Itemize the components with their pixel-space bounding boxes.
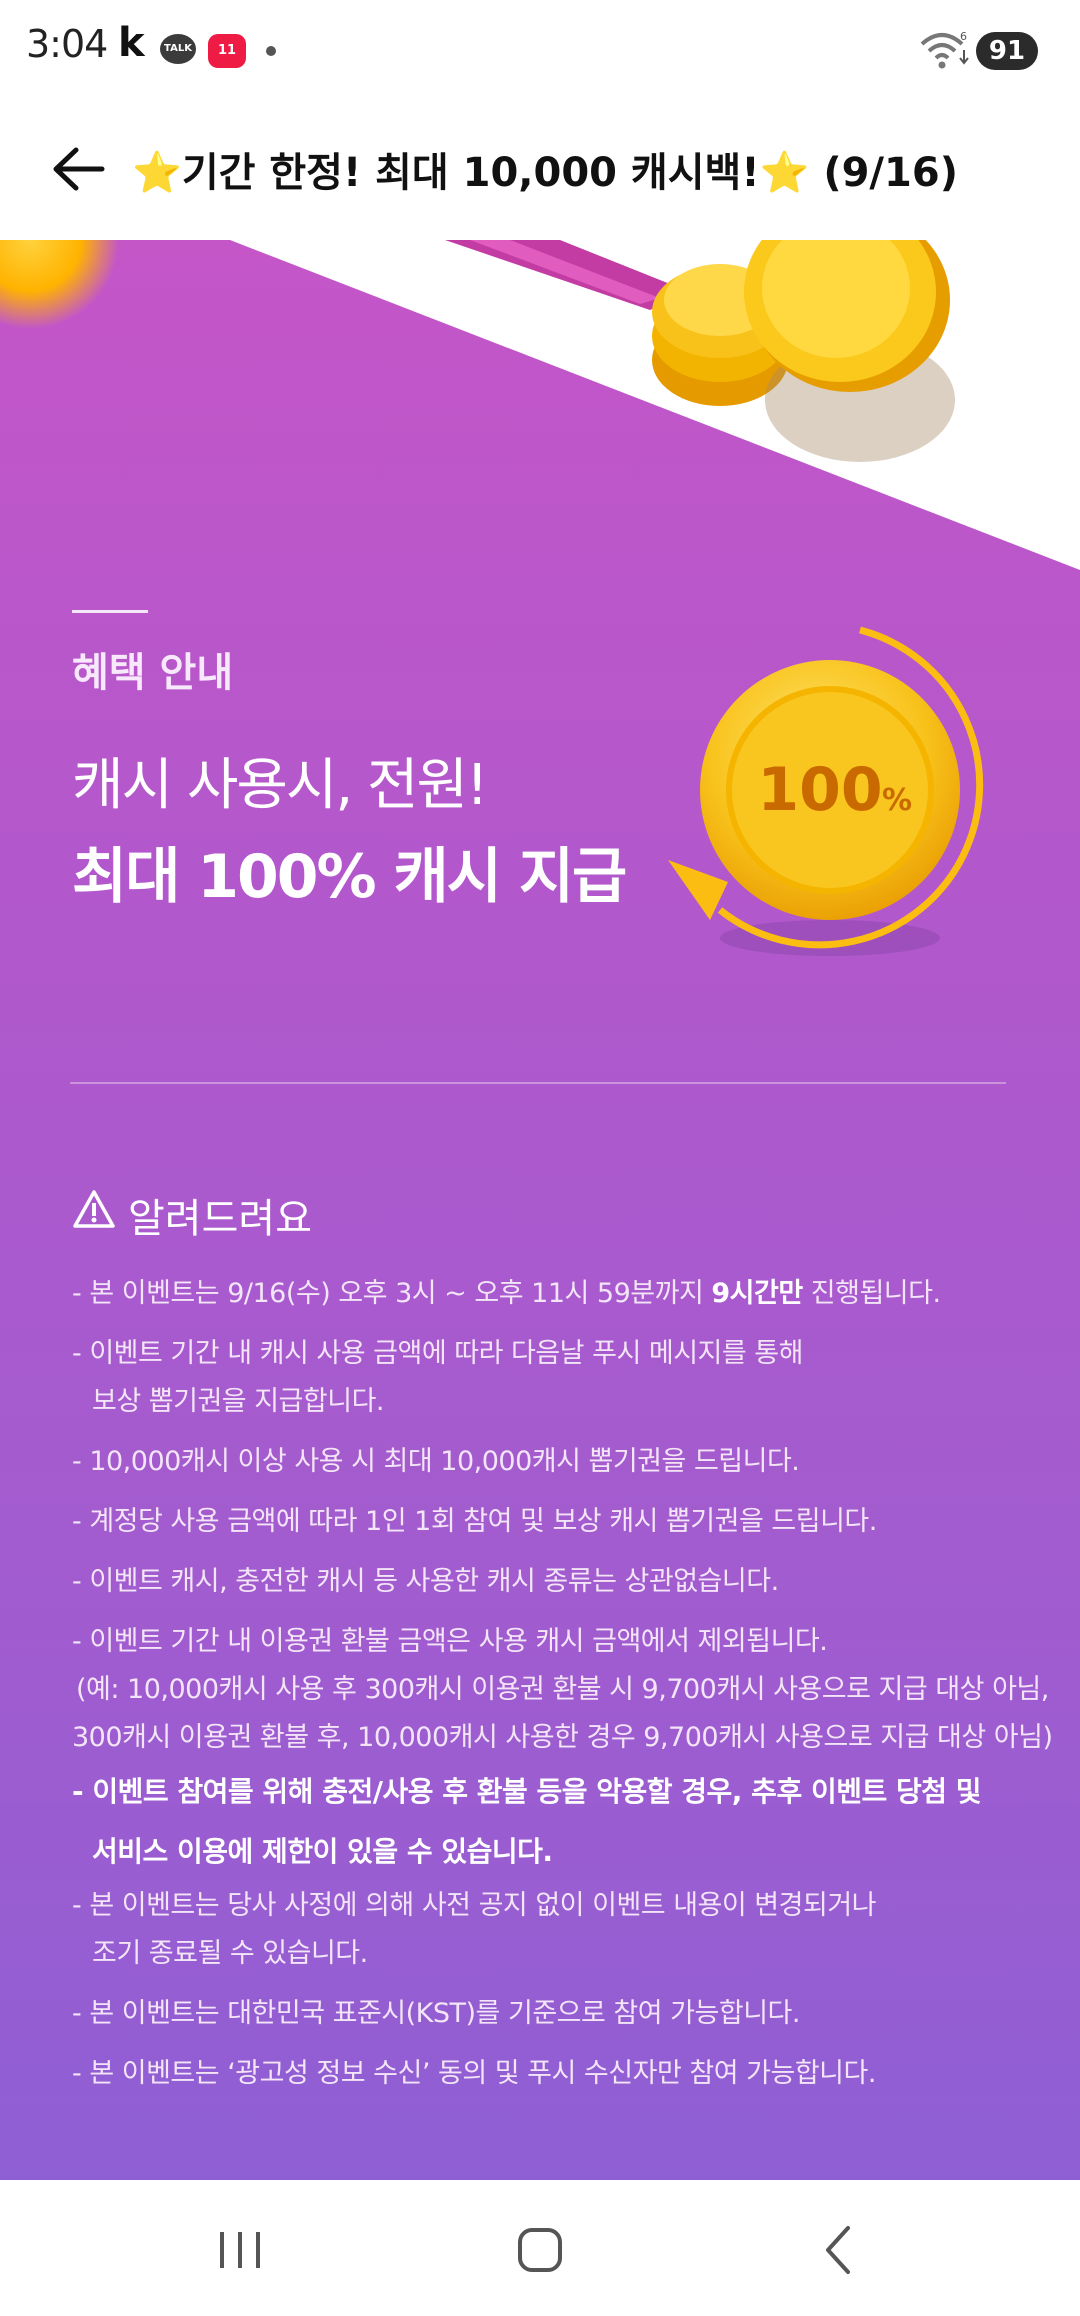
back-arrow-icon[interactable] [44, 134, 114, 204]
headline-line1: 캐시 사용시, 전원! [72, 753, 488, 818]
benefit-label: 혜택 안내 [72, 650, 234, 696]
notice-item: - 계정당 사용 금액에 따라 1인 1회 참여 및 보상 캐시 뽑기권을 드립… [72, 1506, 877, 1537]
star-icon: ⭐ [132, 150, 182, 196]
star-icon: ⭐ [759, 150, 810, 196]
svg-text:100: 100 [757, 755, 882, 825]
notice-item: - 10,000캐시 이상 사용 시 최대 10,000캐시 뽑기권을 드립니다… [72, 1446, 800, 1477]
notice-item: - 이벤트 기간 내 이용권 환불 금액은 사용 캐시 금액에서 제외됩니다. [72, 1626, 828, 1657]
kakaotalk-icon: TALK [160, 34, 196, 64]
notice-item-cont: 300캐시 이용권 환불 후, 10,000캐시 사용한 경우 9,700캐시 … [72, 1722, 1053, 1753]
recent-apps-icon[interactable] [200, 2210, 280, 2290]
notice-item-cont: (예: 10,000캐시 사용 후 300캐시 이용권 환불 시 9,700캐시… [76, 1674, 1049, 1705]
notice-item-warning-cont: 서비스 이용에 제한이 있을 수 있습니다. [92, 1835, 553, 1868]
headline-line2: 최대 100% 캐시 지급 [72, 842, 627, 912]
notice-item-warning: - 이벤트 참여를 위해 충전/사용 후 환불 등을 악용할 경우, 추후 이벤… [72, 1775, 982, 1808]
notice-item: - 본 이벤트는 대한민국 표준시(KST)를 기준으로 참여 가능합니다. [72, 1998, 800, 2029]
notice-item: - 이벤트 기간 내 캐시 사용 금액에 따라 다음날 푸시 메시지를 통해 [72, 1338, 804, 1369]
notice-item: - 이벤트 캐시, 충전한 캐시 등 사용한 캐시 종류는 상관없습니다. [72, 1566, 779, 1597]
page-title-date: (9/16) [823, 150, 958, 196]
section-divider [70, 1082, 1006, 1084]
wifi-icon: 6 [920, 30, 969, 69]
section-rule [72, 610, 148, 613]
notice-title: 알려드려요 [128, 1196, 312, 1242]
status-bar: 3:04 k TALK 11 6 91 [0, 0, 1080, 100]
page-title-text: 기간 한정! 최대 10,000 캐시백! [181, 150, 760, 196]
kakao-k-icon: k [118, 20, 145, 66]
notice-list: - 본 이벤트는 9/16(수) 오후 3시 ~ 오후 11시 59분까지 9시… [72, 1270, 1053, 2098]
gold-coin-100-percent-icon: 100 % [668, 626, 984, 956]
status-time: 3:04 [26, 22, 108, 66]
svg-text:6: 6 [960, 30, 967, 43]
warning-icon [73, 1190, 115, 1228]
eleven-street-icon: 11 [208, 34, 246, 68]
notice-item: - 본 이벤트는 ‘광고성 정보 수신’ 동의 및 푸시 수신자만 참여 가능합… [72, 2058, 876, 2089]
notice-item: - 본 이벤트는 9/16(수) 오후 3시 ~ 오후 11시 59분까지 9시… [72, 1278, 941, 1309]
notice-item-cont: 조기 종료될 수 있습니다. [92, 1938, 368, 1969]
back-icon[interactable] [800, 2210, 880, 2290]
svg-text:%: % [882, 783, 912, 818]
app-header: ⭐기간 한정! 최대 10,000 캐시백!⭐ (9/16) [0, 100, 1080, 240]
notice-item-cont: 보상 뽑기권을 지급합니다. [92, 1386, 385, 1417]
system-nav-bar [0, 2180, 1080, 2316]
page-title: ⭐기간 한정! 최대 10,000 캐시백!⭐ (9/16) [132, 140, 958, 198]
event-banner: 혜택 안내 캐시 사용시, 전원! 최대 100% 캐시 지급 100 % 알려… [0, 240, 1080, 2180]
battery-indicator: 91 [976, 32, 1038, 70]
home-icon[interactable] [500, 2210, 580, 2290]
notice-item: - 본 이벤트는 당사 사정에 의해 사전 공지 없이 이벤트 내용이 변경되거… [72, 1890, 877, 1921]
more-notifications-dot-icon [266, 46, 276, 56]
